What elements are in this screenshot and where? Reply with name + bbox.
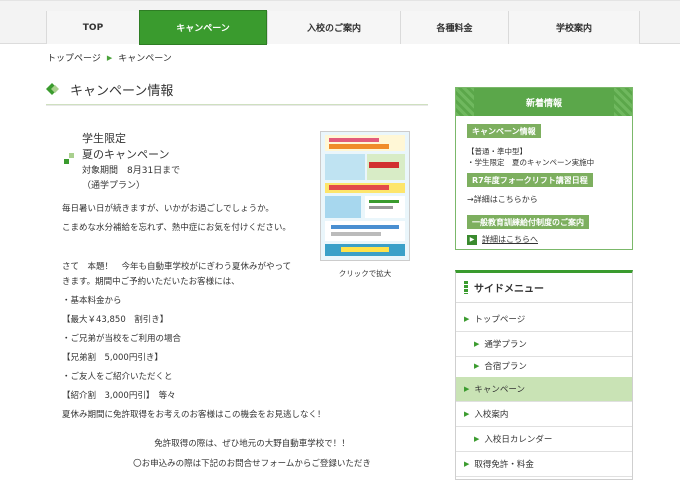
page-title-bar: キャンペーン情報 — [46, 78, 428, 106]
nav-item-school-info[interactable]: 学校案内 — [508, 11, 640, 44]
body-text-line: 免許取得の際は、ぜひ地元の大野自動車学校で！！ — [154, 439, 350, 449]
body-text-line: さて 本題！ 今年も自動車学校がにぎわう夏休みがやって — [62, 262, 292, 272]
side-menu-item-camp-plan[interactable]: ▶ 合宿プラン — [456, 354, 632, 379]
body-text-line: 【紹介割 3,000円引】 等々 — [62, 391, 176, 401]
body-text-line: 【最大￥43,850 割引き】 — [62, 315, 169, 325]
body-text-line: ・ご兄弟が当校をご利用の場合 — [62, 334, 182, 344]
side-menu-item-label: 合宿プラン — [484, 362, 527, 372]
side-menu-item-top[interactable]: ▶ トップページ — [456, 307, 632, 332]
side-menu-item-license-fees[interactable]: ▶ 取得免許・料金 — [456, 452, 632, 477]
side-menu-item-admission[interactable]: ▶ 入校案内 — [456, 402, 632, 427]
flyer-image — [321, 132, 409, 260]
news-benefit-link[interactable]: ▶ 詳細はこちらへ — [467, 234, 538, 245]
side-menu-item-label: 取得免許・料金 — [474, 460, 534, 470]
campaign-period: 対象期間 8月31日まで — [82, 166, 181, 176]
body-text-line: 〇お申込みの際は下記のお問合せフォームからご登録いただき — [133, 459, 371, 469]
nav-item-label: TOP — [82, 22, 104, 33]
arrow-right-icon: ▶ — [474, 362, 480, 370]
news-forklift-link[interactable]: →詳細はこちらから — [467, 194, 538, 205]
breadcrumb-current: キャンペーン — [118, 54, 172, 64]
breadcrumb-home-link[interactable]: トップページ — [47, 51, 101, 64]
news-heading-text: 新着情報 — [525, 98, 562, 109]
arrow-right-icon: ▶ — [464, 460, 470, 468]
news-text: ・学生限定 夏のキャンペーン実施中 — [467, 158, 595, 167]
arrow-right-icon: ▶ — [464, 385, 470, 393]
body-text-line: ・ご友人をご紹介いただくと — [62, 372, 173, 382]
nav-item-label: 学校案内 — [555, 24, 592, 34]
campaign-flyer-thumbnail[interactable] — [320, 131, 410, 261]
arrow-right-icon: ▶ — [467, 234, 477, 245]
top-nav: TOP キャンペーン 入校のご案内 各種料金 学校案内 — [0, 0, 680, 45]
nav-item-top[interactable]: TOP — [46, 11, 139, 44]
flyer-caption: クリックで拡大 — [338, 269, 392, 278]
side-menu-item-label: 入校案内 — [474, 410, 509, 420]
side-menu-bar-icon — [464, 281, 468, 294]
nav-item-fees[interactable]: 各種料金 — [400, 11, 508, 44]
side-menu: サイドメニュー ▶ トップページ ▶ 通学プラン ▶ 合宿プラン ▶ キャンペーン ▶ 入… — [455, 270, 633, 480]
side-menu-item-campaign[interactable]: ▶ キャンペーン — [456, 377, 632, 402]
nav-item-admission[interactable]: 入校のご案内 — [267, 11, 400, 44]
news-heading: 新着情報 — [456, 88, 632, 116]
squares-bullet-icon — [64, 153, 74, 164]
side-menu-item-label: 通学プラン — [484, 340, 527, 350]
arrow-right-icon: ▶ — [464, 410, 470, 418]
body-text-line: 毎日暑い日が続きますが、いかがお過ごしでしょうか。 — [62, 204, 274, 214]
campaign-plan: （通学プラン） — [82, 181, 146, 191]
arrow-right-icon: ▶ — [464, 315, 470, 323]
campaign-title-line1: 学生限定 — [82, 132, 126, 145]
side-menu-heading-text: サイドメニュー — [474, 284, 544, 295]
nav-item-label: キャンペーン — [176, 24, 230, 34]
diamond-title-icon — [46, 83, 59, 95]
body-text-line: きます。期間中ご予約いただいたお客様には、 — [62, 277, 240, 287]
body-text-line: ・基本料金から — [62, 296, 122, 306]
nav-item-campaign[interactable]: キャンペーン — [139, 10, 267, 45]
arrow-right-icon: ▶ — [474, 435, 480, 443]
side-menu-item-label: トップページ — [474, 315, 526, 325]
news-tag-campaign[interactable]: キャンペーン情報 — [467, 124, 541, 138]
body-text-line: こまめな水分補給を忘れず、熱中症にお気を付けください。 — [62, 223, 291, 233]
body-text-line: 夏休み期間に免許取得をお考えのお客様はこの機会をお見逃しなく！ — [62, 410, 326, 420]
body-text-line: 【兄弟割 5,000円引き】 — [62, 353, 163, 363]
arrow-right-icon: ▶ — [474, 340, 480, 348]
news-benefit-link-text: 詳細はこちらへ — [482, 235, 538, 244]
side-menu-item-label: キャンペーン — [474, 385, 525, 395]
side-menu-item-label: 入校日カレンダー — [484, 435, 553, 445]
news-text: 【普通・準中型】 — [467, 147, 527, 156]
side-menu-heading: サイドメニュー — [456, 273, 632, 303]
nav-item-label: 入校のご案内 — [306, 24, 361, 34]
news-tag-forklift[interactable]: R7年度フォークリフト講習日程 — [467, 173, 593, 187]
side-menu-item-calendar[interactable]: ▶ 入校日カレンダー — [456, 427, 632, 452]
campaign-title-line2: 夏のキャンペーン — [82, 148, 170, 161]
breadcrumb-arrow-icon: ▶ — [106, 53, 113, 62]
nav-item-label: 各種料金 — [436, 24, 473, 34]
news-tag-training-benefit[interactable]: 一般教育訓練給付制度のご案内 — [467, 215, 589, 229]
page-title: キャンペーン情報 — [70, 84, 174, 99]
breadcrumb: トップページ ▶ キャンペーン — [47, 51, 172, 65]
